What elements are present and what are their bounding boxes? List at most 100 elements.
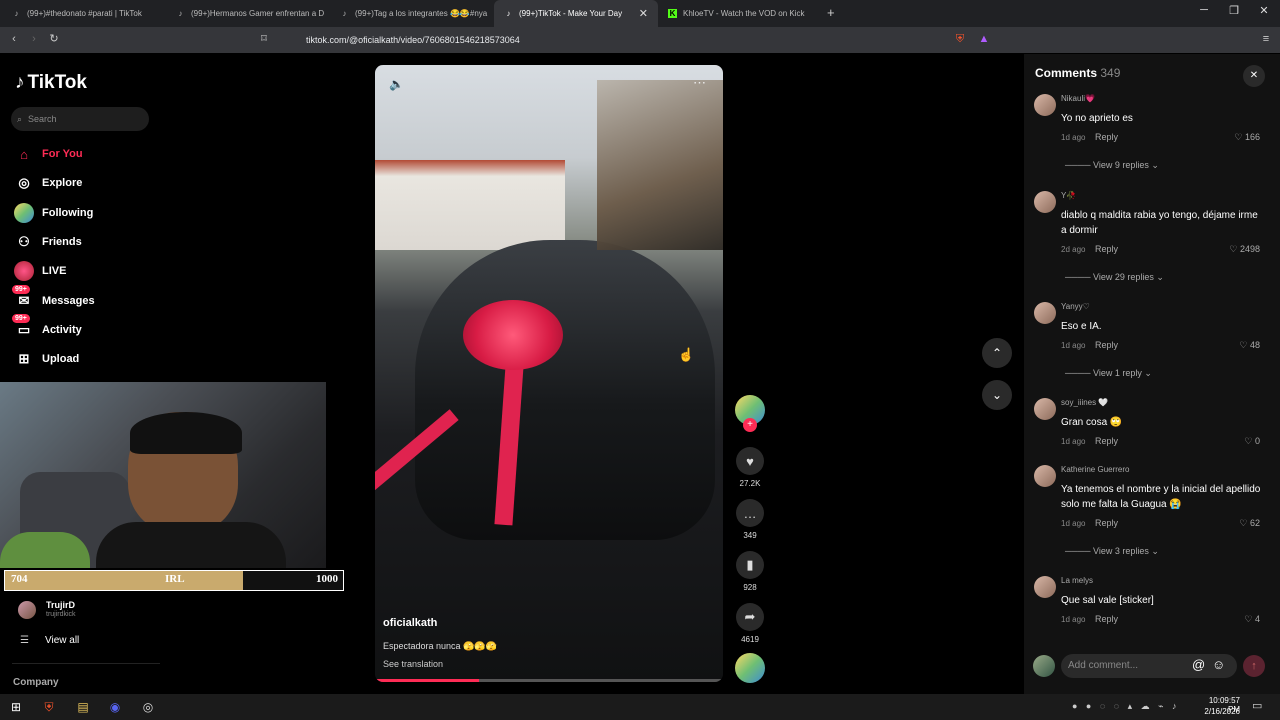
browser-tab-active[interactable]: ♪ (99+)TikTok - Make Your Day ✕: [494, 0, 658, 27]
video-author[interactable]: oficialkath: [383, 617, 437, 629]
view-replies-link[interactable]: ──── View 9 replies ⌄: [1065, 160, 1159, 171]
music-disc-icon[interactable]: [735, 653, 765, 683]
tiktok-logo[interactable]: ♪ TikTok: [15, 72, 87, 94]
system-tray-icons[interactable]: ● ● ◌ ◌ ▴ ☁ ⌁ ♪: [1072, 701, 1180, 712]
browser-tab[interactable]: ♪ (99+)Tag a los integrantes 😂😂#nya: [330, 0, 494, 27]
comment-time: 1d ago: [1061, 437, 1086, 446]
more-options-icon[interactable]: ⋯: [693, 75, 706, 91]
video-progress-bar[interactable]: [375, 679, 723, 682]
comment-user[interactable]: Yanyy♡: [1061, 302, 1090, 311]
view-replies-link[interactable]: ──── View 29 replies ⌄: [1065, 272, 1164, 283]
avatar[interactable]: [1034, 398, 1056, 420]
avatar[interactable]: [1034, 302, 1056, 324]
send-comment-button[interactable]: ↑: [1243, 655, 1265, 677]
next-video-button[interactable]: ⌄: [982, 380, 1012, 410]
comment-user[interactable]: La melys: [1061, 576, 1093, 585]
reply-button[interactable]: Reply: [1095, 244, 1118, 254]
comment-item: soy_iiines 🤍 Gran cosa 🙄 1d ago Reply ♡ …: [1034, 398, 1270, 458]
search-input[interactable]: ⌕ Search: [11, 107, 149, 131]
discord-icon[interactable]: ◉: [104, 697, 126, 717]
sidebar-item-messages[interactable]: ✉ 99+ Messages: [12, 285, 95, 312]
volume-icon[interactable]: 🔈: [389, 77, 404, 91]
following-account-handle: trujirdkick: [46, 611, 76, 618]
reply-button[interactable]: Reply: [1095, 340, 1118, 350]
reply-button[interactable]: Reply: [1095, 436, 1118, 446]
comment-like-button[interactable]: ♡ 48: [1239, 340, 1260, 351]
see-translation-link[interactable]: See translation: [383, 659, 443, 669]
sidebar-item-activity[interactable]: ▭ 99+ Activity: [12, 314, 82, 341]
browser-tab[interactable]: K KhloeTV - Watch the VOD on Kick: [658, 0, 822, 27]
clock-date[interactable]: 2/16/2026: [1198, 707, 1240, 716]
comment-like-button[interactable]: ♡ 62: [1239, 518, 1260, 529]
file-explorer-icon[interactable]: ▤: [72, 697, 94, 717]
brave-rewards-icon[interactable]: ▲: [976, 31, 992, 47]
comment-like-button[interactable]: ♡ 0: [1244, 436, 1260, 447]
following-account-name[interactable]: TrujirD: [46, 600, 75, 610]
avatar[interactable]: [1034, 94, 1056, 116]
browser-tab[interactable]: ♪ (99+)#thedonato #parati | TikTok: [2, 0, 166, 27]
messages-icon: ✉ 99+: [12, 285, 34, 311]
sidebar-item-for-you[interactable]: ⌂ For You: [14, 143, 82, 165]
sidebar-item-following[interactable]: Following: [14, 202, 93, 224]
previous-video-button[interactable]: ⌃: [982, 338, 1012, 368]
view-replies-link[interactable]: ──── View 3 replies ⌄: [1065, 546, 1159, 557]
comment-user[interactable]: Y🥀: [1061, 191, 1076, 200]
browser-tab-bar: ♪ (99+)#thedonato #parati | TikTok ♪ (99+)…: [0, 0, 1280, 27]
view-all-link[interactable]: View all: [45, 635, 79, 646]
close-window-icon[interactable]: ✕: [1254, 4, 1274, 22]
author-avatar-button[interactable]: +: [735, 395, 765, 432]
minimize-icon[interactable]: ─: [1194, 4, 1214, 22]
following-account-avatar[interactable]: [18, 601, 36, 619]
comment-like-button[interactable]: ♡ 2498: [1229, 244, 1260, 255]
url-field[interactable]: tiktok.com/@oficialkath/video/7606801546…: [300, 31, 1000, 49]
back-icon[interactable]: ‹: [6, 31, 22, 47]
sidebar-item-live[interactable]: LIVE: [14, 260, 66, 282]
add-comment-input[interactable]: Add comment...: [1061, 654, 1237, 678]
like-button[interactable]: ♥ 27.2K: [735, 447, 765, 488]
bookmark-icon[interactable]: ⌑: [256, 31, 272, 47]
reply-button[interactable]: Reply: [1095, 614, 1118, 624]
company-link[interactable]: Company: [13, 677, 59, 688]
comment-user[interactable]: soy_iiines 🤍: [1061, 398, 1108, 407]
close-comments-icon[interactable]: ✕: [1243, 65, 1265, 87]
video-player[interactable]: 🔈 ⋯ oficialkath Espectadora nunca 🫣🫣🫣 Se…: [375, 65, 723, 682]
chevron-up-icon: ⌃: [991, 346, 1003, 360]
forward-icon[interactable]: ›: [26, 31, 42, 47]
sidebar-item-friends[interactable]: ⚇ Friends: [14, 231, 82, 253]
menu-icon[interactable]: ≡: [1258, 31, 1274, 47]
reply-button[interactable]: Reply: [1095, 518, 1118, 528]
comment-time: 2d ago: [1061, 245, 1086, 254]
comment-like-button[interactable]: ♡ 4: [1244, 614, 1260, 625]
save-button[interactable]: ▮ 928: [735, 551, 765, 592]
comment-button[interactable]: … 349: [735, 499, 765, 540]
avatar[interactable]: [1034, 576, 1056, 598]
following-icon: [14, 203, 34, 223]
view-replies-link[interactable]: ──── View 1 reply ⌄: [1065, 368, 1152, 379]
mention-icon[interactable]: @: [1192, 657, 1205, 672]
close-tab-icon[interactable]: ✕: [639, 7, 648, 20]
share-button[interactable]: ➦ 4619: [735, 603, 765, 644]
notifications-icon[interactable]: ▭: [1252, 699, 1262, 712]
avatar[interactable]: [1034, 465, 1056, 487]
emoji-icon[interactable]: ☺: [1212, 657, 1225, 672]
obs-icon[interactable]: ◎: [137, 697, 159, 717]
sidebar-item-explore[interactable]: ◎ Explore: [14, 172, 82, 194]
house-background: [375, 160, 565, 250]
tiktok-note-icon: ♪: [15, 72, 25, 93]
comment-user[interactable]: Nikauli💗: [1061, 94, 1095, 103]
search-icon: ⌕: [17, 113, 23, 124]
reply-button[interactable]: Reply: [1095, 132, 1118, 142]
new-tab-button[interactable]: +: [827, 5, 835, 20]
windows-start-icon[interactable]: ⊞: [5, 697, 27, 717]
sidebar-item-upload[interactable]: ⊞ Upload: [14, 348, 80, 370]
pip-reaction-video: [597, 80, 723, 250]
comment-user[interactable]: Katherine Guerrero: [1061, 465, 1129, 474]
reload-icon[interactable]: ↻: [46, 31, 62, 47]
brave-shield-icon[interactable]: ⛨: [952, 31, 968, 47]
comment-like-button[interactable]: ♡ 166: [1234, 132, 1260, 143]
restore-icon[interactable]: ❐: [1224, 4, 1244, 22]
browser-tab[interactable]: ♪ (99+)Hermanos Gamer enfrentan a D: [166, 0, 330, 27]
avatar[interactable]: [1034, 191, 1056, 213]
brave-browser-icon[interactable]: ⛨: [38, 697, 60, 717]
follow-plus-icon[interactable]: +: [743, 418, 757, 432]
